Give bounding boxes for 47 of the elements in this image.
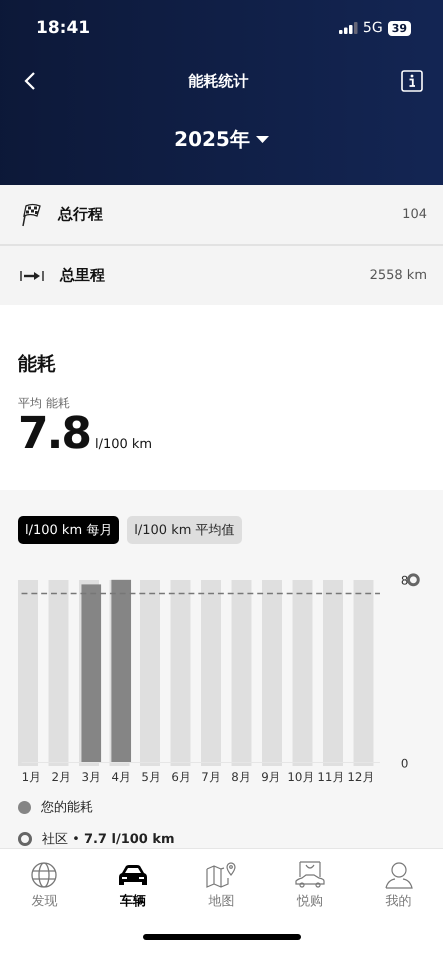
signal-icon — [338, 22, 358, 34]
axis-label: 8月 — [231, 770, 251, 784]
stat-label: 总行程 — [58, 205, 103, 224]
chart-tab[interactable]: l/100 km 每月 — [18, 516, 120, 544]
legend-dot — [18, 800, 31, 814]
globe-icon — [30, 861, 58, 889]
status-time: 18:41 — [36, 18, 90, 38]
info-button[interactable] — [399, 68, 425, 94]
average-value: 7.8 — [18, 412, 90, 456]
stat-value: 104 — [402, 207, 427, 222]
axis-label: 8 — [400, 574, 408, 588]
marker-icon — [406, 573, 420, 586]
chart-tab[interactable]: l/100 km 平均值 — [127, 516, 242, 544]
average-label: 平均 能耗 — [18, 395, 71, 412]
axis-label: 3月 — [82, 770, 102, 784]
section-title: 能耗 — [18, 352, 57, 377]
axis-label: 7月 — [201, 770, 221, 784]
flag-icon — [20, 202, 42, 226]
year-selector[interactable]: 2025年 — [174, 126, 269, 153]
axis-label: 6月 — [171, 770, 191, 784]
network-label: 5G — [362, 20, 383, 36]
axis-label: 0 — [400, 756, 408, 770]
average-unit: l/100 km — [94, 437, 152, 452]
nav-tab[interactable]: 车辆 — [102, 861, 163, 910]
stat-value: 2558 km — [370, 268, 427, 283]
axis-label: 10月 — [287, 770, 314, 784]
map-icon — [205, 861, 238, 889]
axis-label: 4月 — [111, 770, 131, 784]
axis-label: 9月 — [261, 770, 281, 784]
axis-label: 5月 — [141, 770, 161, 784]
caret-icon — [256, 136, 269, 144]
distance-icon — [20, 270, 44, 282]
axis-label: 2月 — [52, 770, 72, 784]
axis-label: 12月 — [347, 770, 374, 784]
battery-level: 39 — [388, 20, 411, 36]
person-icon — [384, 861, 414, 889]
shopping-bag-car-icon — [294, 861, 326, 889]
axis-label: 11月 — [317, 770, 344, 784]
nav-tab[interactable]: 发现 — [14, 861, 74, 910]
axis-label: 1月 — [22, 770, 42, 784]
nav-tab[interactable]: 地图 — [191, 861, 252, 910]
legend-label: 社区 • 7.7 l/100 km — [42, 831, 175, 848]
nav-tab[interactable]: 悦购 — [280, 861, 340, 910]
nav-tab[interactable]: 我的 — [368, 861, 429, 910]
page-title: 能耗统计 — [188, 72, 248, 90]
stat-label: 总里程 — [60, 266, 105, 285]
legend-label: 您的能耗 — [41, 799, 93, 816]
